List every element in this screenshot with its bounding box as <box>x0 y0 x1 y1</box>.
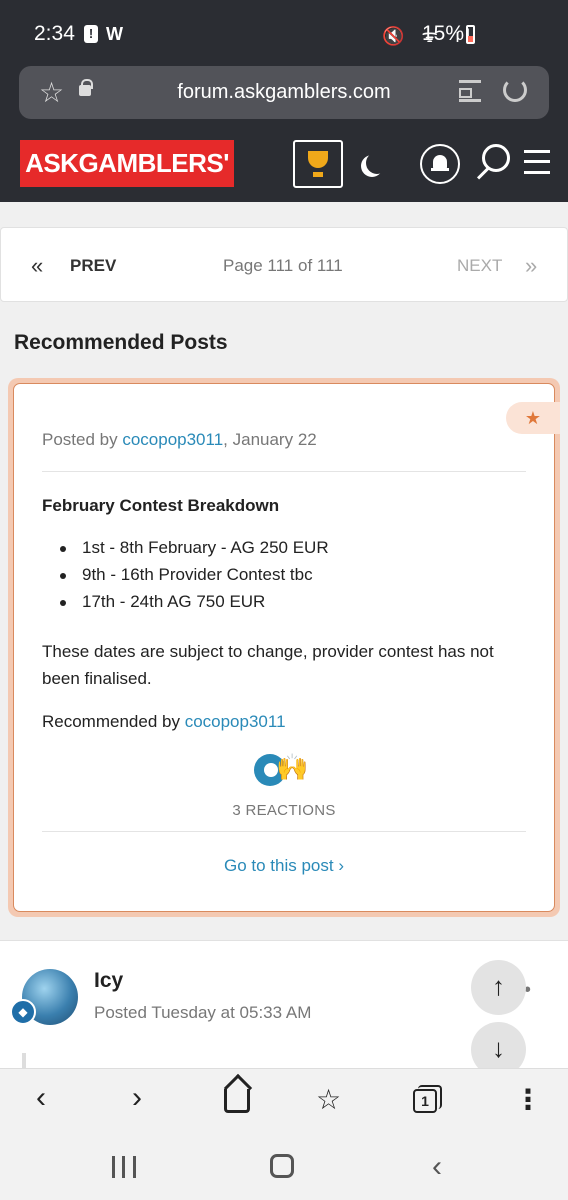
recommended-post-inner: ★ Posted by cocopop3011, January 22 Febr… <box>13 383 560 912</box>
back-icon[interactable]: ‹ <box>36 1083 46 1113</box>
divider <box>42 471 526 472</box>
scroll-to-top-button[interactable]: ↑ <box>471 960 526 1015</box>
bookmarks-icon[interactable]: ☆ <box>316 1085 341 1115</box>
quote-bar <box>22 1053 26 1069</box>
home-icon[interactable] <box>224 1089 250 1113</box>
double-chevron-left-icon[interactable]: « <box>31 253 43 279</box>
browser-toolbar: ‹ › ☆ 1 ⋮ <box>0 1068 568 1134</box>
recommended-posts-heading: Recommended Posts <box>14 331 228 354</box>
go-to-post-link[interactable]: Go to this post › <box>14 856 554 876</box>
list-item: 9th - 16th Provider Contest tbc <box>60 565 329 592</box>
alert-icon: ! <box>84 25 98 43</box>
hamburger-menu-icon[interactable] <box>524 150 550 174</box>
recommended-by-label: Recommended by <box>42 712 185 731</box>
prev-button[interactable]: PREV <box>70 256 116 276</box>
list-item: 17th - 24th AG 750 EUR <box>60 592 329 619</box>
post-timestamp[interactable]: Posted Tuesday at 05:33 AM <box>94 1003 311 1023</box>
raised-hands-reaction-icon: 🙌 <box>276 752 309 782</box>
post-meta: Posted by cocopop3011, January 22 <box>42 430 317 450</box>
more-menu-icon[interactable]: ⋮ <box>514 1085 542 1115</box>
pagination: « PREV Page 111 of 111 NEXT » <box>0 227 568 302</box>
reload-icon[interactable] <box>503 78 527 102</box>
list-item: 1st - 8th February - AG 250 EUR <box>60 538 329 565</box>
diamond-badge-icon: ◆ <box>10 999 36 1025</box>
battery-percent: 15% <box>422 22 465 45</box>
address-bar[interactable]: ☆ forum.askgamblers.com <box>19 66 549 119</box>
system-back-icon[interactable]: ‹ <box>432 1150 442 1184</box>
trophy-base <box>313 172 323 177</box>
post-author[interactable]: Icy <box>94 969 123 993</box>
page-indicator[interactable]: Page 111 of 111 <box>223 256 343 276</box>
tabs-icon[interactable]: 1 <box>413 1085 442 1113</box>
recommended-by: Recommended by cocopop3011 <box>42 712 286 732</box>
askgamblers-logo[interactable]: ASKGAMBLERS' <box>20 140 234 187</box>
battery-icon <box>466 25 475 44</box>
forward-icon[interactable]: › <box>132 1083 142 1113</box>
reader-mode-icon[interactable] <box>459 80 481 102</box>
search-icon[interactable] <box>482 144 510 172</box>
notifications-bell-icon[interactable] <box>420 144 460 184</box>
status-time: 2:34 <box>34 22 75 45</box>
recents-icon[interactable] <box>112 1156 136 1178</box>
post-body: These dates are subject to change, provi… <box>42 642 494 688</box>
status-bar: 2:34 ! W 🔇 ᯤ ıl 15% <box>0 0 568 64</box>
contest-title: February Contest Breakdown <box>42 496 280 515</box>
reactions-count[interactable]: 3 REACTIONS <box>14 802 554 819</box>
posted-by-label: Posted by <box>42 430 123 449</box>
home-button-icon[interactable] <box>270 1154 294 1178</box>
author-link[interactable]: cocopop3011 <box>122 430 223 449</box>
reactions[interactable]: 🙌 <box>254 752 318 786</box>
recommender-link[interactable]: cocopop3011 <box>185 712 286 731</box>
dark-mode-moon-icon[interactable] <box>366 152 388 174</box>
trophy-icon <box>308 151 328 168</box>
recommended-post-card: ★ Posted by cocopop3011, January 22 Febr… <box>8 378 560 917</box>
site-header: ASKGAMBLERS' <box>0 124 568 202</box>
divider <box>42 831 526 832</box>
recommended-star-icon: ★ <box>506 402 560 434</box>
post-date: , January 22 <box>223 430 317 449</box>
next-button: NEXT <box>457 256 503 275</box>
contest-list: 1st - 8th February - AG 250 EUR 9th - 16… <box>60 538 329 619</box>
trophy-button[interactable] <box>293 140 343 188</box>
browser-address-area: ☆ forum.askgamblers.com <box>0 64 568 124</box>
app-notification-icon: W <box>106 24 123 44</box>
double-chevron-right-icon: » <box>525 253 538 278</box>
system-navigation-bar: ‹ <box>0 1134 568 1200</box>
